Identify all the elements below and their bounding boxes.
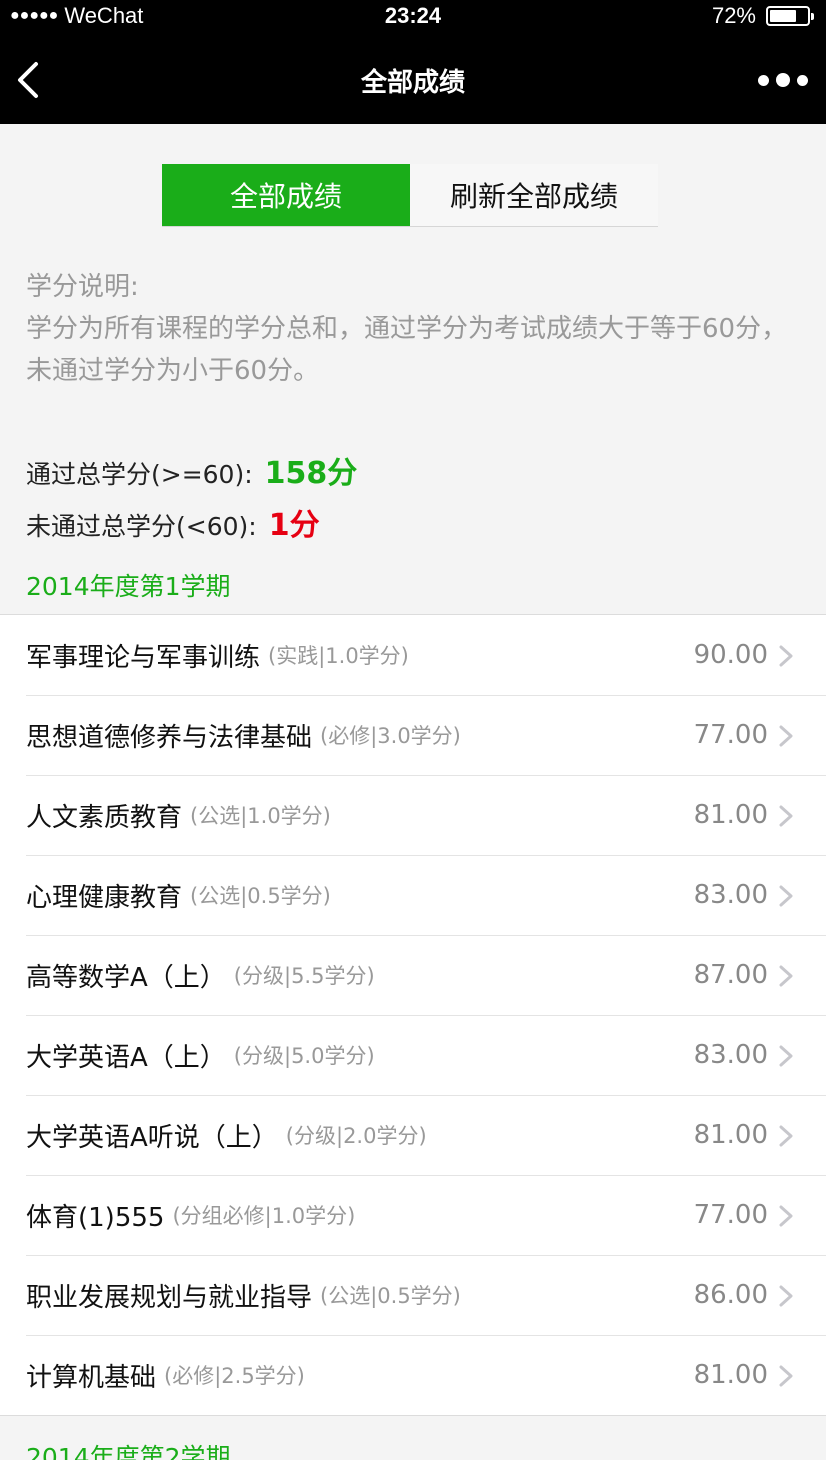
course-label: 高等数学A（上） (分级|5.5学分) (26, 935, 375, 1015)
more-button[interactable] (758, 62, 808, 98)
course-label: 体育(1)555 (分组必修|1.0学分) (26, 1175, 355, 1255)
chevron-right-icon (779, 645, 793, 667)
course-label: 人文素质教育 (公选|1.0学分) (26, 775, 331, 855)
chevron-right-icon (779, 1045, 793, 1067)
course-label: 大学英语A听说（上） (分级|2.0学分) (26, 1095, 427, 1175)
credit-note: 学分说明: 学分为所有课程的学分总和，通过学分为考试成绩大于等于60分，未通过学… (26, 266, 796, 392)
list-item[interactable]: 计算机基础 (必修|2.5学分) 81.00 (0, 1335, 826, 1415)
top-bar: ●●●●● WeChat 23:24 72% 全部成绩 (0, 0, 826, 124)
list-item[interactable]: 人文素质教育 (公选|1.0学分) 81.00 (0, 775, 826, 855)
tab-all-grades[interactable]: 全部成绩 (162, 164, 410, 226)
course-meta: (必修|2.5学分) (164, 1364, 305, 1388)
course-meta: (公选|0.5学分) (190, 884, 331, 908)
battery-percent: 72% (711, 3, 756, 28)
course-score: 83.00 (693, 1040, 768, 1070)
course-name: 心理健康教育 (26, 882, 183, 913)
pass-credits: 通过总学分(>=60): 158分 (26, 448, 357, 492)
course-label: 计算机基础 (必修|2.5学分) (26, 1335, 305, 1415)
pass-credits-value: 158分 (264, 456, 358, 491)
course-name: 计算机基础 (26, 1362, 157, 1393)
course-meta: (必修|3.0学分) (320, 724, 461, 748)
course-name: 职业发展规划与就业指导 (26, 1282, 313, 1313)
course-meta: (分级|5.5学分) (233, 964, 375, 988)
course-meta: (分组必修|1.0学分) (172, 1204, 356, 1228)
course-meta: (实践|1.0学分) (268, 644, 409, 668)
course-score: 81.00 (693, 800, 768, 830)
course-name: 人文素质教育 (26, 802, 183, 833)
course-label: 职业发展规划与就业指导 (公选|0.5学分) (26, 1255, 461, 1335)
more-dot-icon (797, 74, 808, 86)
chevron-right-icon (779, 1285, 793, 1307)
clock: 23:24 (384, 3, 442, 28)
credit-note-heading: 学分说明: (26, 272, 139, 302)
course-label: 心理健康教育 (公选|0.5学分) (26, 855, 331, 935)
nav-bar: 全部成绩 (0, 32, 826, 124)
course-meta: (分级|5.0学分) (233, 1044, 375, 1068)
chevron-right-icon (779, 805, 793, 827)
chevron-right-icon (779, 965, 793, 987)
course-meta: (分级|2.0学分) (285, 1124, 427, 1148)
list-item[interactable]: 体育(1)555 (分组必修|1.0学分) 77.00 (0, 1175, 826, 1255)
battery-fill (770, 10, 796, 22)
status-bar: ●●●●● WeChat 23:24 72% (0, 0, 826, 32)
course-name: 思想道德修养与法律基础 (26, 722, 313, 753)
course-meta: (公选|0.5学分) (320, 1284, 461, 1308)
course-score: 81.00 (693, 1360, 768, 1390)
chevron-right-icon (779, 885, 793, 907)
battery-icon (766, 6, 814, 26)
chevron-right-icon (779, 725, 793, 747)
more-dot-icon (776, 73, 790, 87)
course-label: 大学英语A（上） (分级|5.0学分) (26, 1015, 375, 1095)
course-name: 军事理论与军事训练 (26, 642, 261, 673)
course-score: 77.00 (693, 720, 768, 750)
course-score: 86.00 (693, 1280, 768, 1310)
course-score: 90.00 (693, 640, 768, 670)
tab-refresh-grades[interactable]: 刷新全部成绩 (410, 164, 658, 226)
segmented-tabs: 全部成绩 刷新全部成绩 (162, 164, 658, 227)
chevron-right-icon (779, 1125, 793, 1147)
list-item[interactable]: 高等数学A（上） (分级|5.5学分) 87.00 (0, 935, 826, 1015)
semester-title: 2014年度第2学期 (26, 1443, 231, 1460)
chevron-right-icon (779, 1205, 793, 1227)
semester-title: 2014年度第1学期 (26, 572, 231, 601)
course-score: 77.00 (693, 1200, 768, 1230)
pass-credits-label: 通过总学分(>=60): (26, 460, 253, 489)
course-name: 大学英语A听说（上） (26, 1122, 278, 1153)
list-item[interactable]: 军事理论与军事训练 (实践|1.0学分) 90.00 (0, 615, 826, 695)
course-name: 体育(1)555 (26, 1202, 165, 1233)
course-list: 军事理论与军事训练 (实践|1.0学分) 90.00 思想道德修养与法律基础 (… (0, 614, 826, 1416)
credit-note-body: 学分为所有课程的学分总和，通过学分为考试成绩大于等于60分，未通过学分为小于60… (26, 314, 788, 386)
course-score: 83.00 (693, 880, 768, 910)
course-score: 81.00 (693, 1120, 768, 1150)
course-label: 军事理论与军事训练 (实践|1.0学分) (26, 615, 409, 695)
fail-credits-value: 1分 (268, 508, 320, 543)
course-meta: (公选|1.0学分) (190, 804, 331, 828)
page-title: 全部成绩 (360, 68, 465, 98)
course-score: 87.00 (693, 960, 768, 990)
course-name: 高等数学A（上） (26, 962, 226, 993)
more-dot-icon (758, 74, 769, 86)
list-item[interactable]: 大学英语A听说（上） (分级|2.0学分) 81.00 (0, 1095, 826, 1175)
list-item[interactable]: 大学英语A（上） (分级|5.0学分) 83.00 (0, 1015, 826, 1095)
list-item[interactable]: 心理健康教育 (公选|0.5学分) 83.00 (0, 855, 826, 935)
fail-credits: 未通过总学分(<60): 1分 (26, 500, 320, 544)
fail-credits-label: 未通过总学分(<60): (26, 512, 257, 541)
list-item[interactable]: 思想道德修养与法律基础 (必修|3.0学分) 77.00 (0, 695, 826, 775)
course-label: 思想道德修养与法律基础 (必修|3.0学分) (26, 695, 461, 775)
course-name: 大学英语A（上） (26, 1042, 226, 1073)
status-right: 72% (711, 3, 814, 29)
chevron-right-icon (779, 1365, 793, 1387)
list-item[interactable]: 职业发展规划与就业指导 (公选|0.5学分) 86.00 (0, 1255, 826, 1335)
